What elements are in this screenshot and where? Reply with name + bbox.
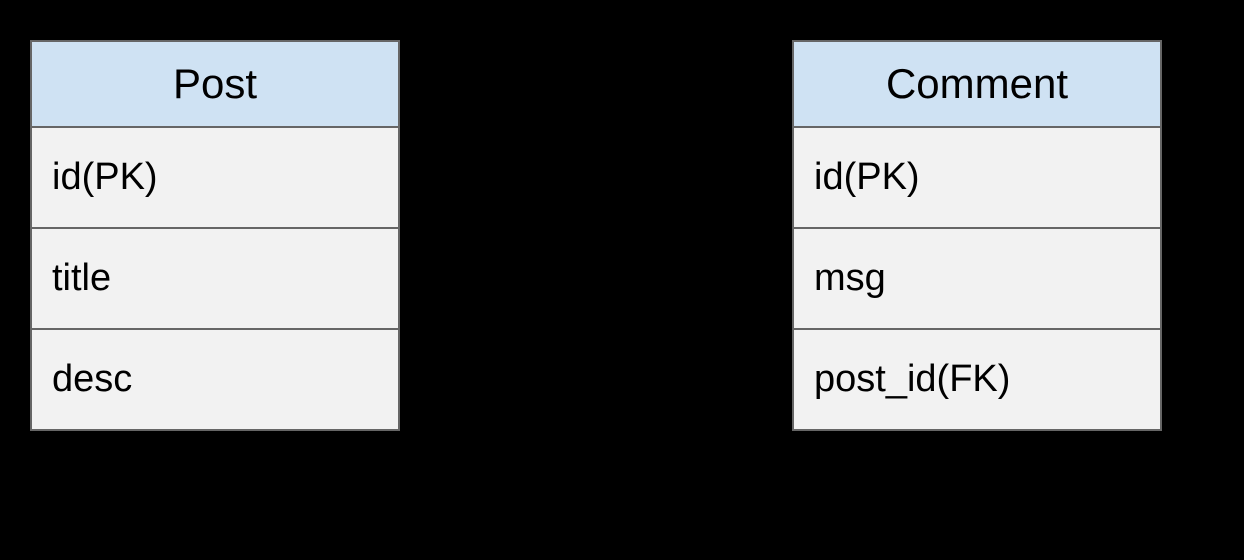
entity-post-field: title xyxy=(32,229,398,330)
entity-comment-field: id(PK) xyxy=(794,128,1160,229)
entity-post-field: id(PK) xyxy=(32,128,398,229)
entity-comment-field: msg xyxy=(794,229,1160,330)
entity-post-field: desc xyxy=(32,330,398,429)
entity-comment-header: Comment xyxy=(794,42,1160,128)
entity-post-header: Post xyxy=(32,42,398,128)
entity-comment-field: post_id(FK) xyxy=(794,330,1160,429)
entity-comment: Comment id(PK) msg post_id(FK) xyxy=(792,40,1162,431)
entity-post: Post id(PK) title desc xyxy=(30,40,400,431)
